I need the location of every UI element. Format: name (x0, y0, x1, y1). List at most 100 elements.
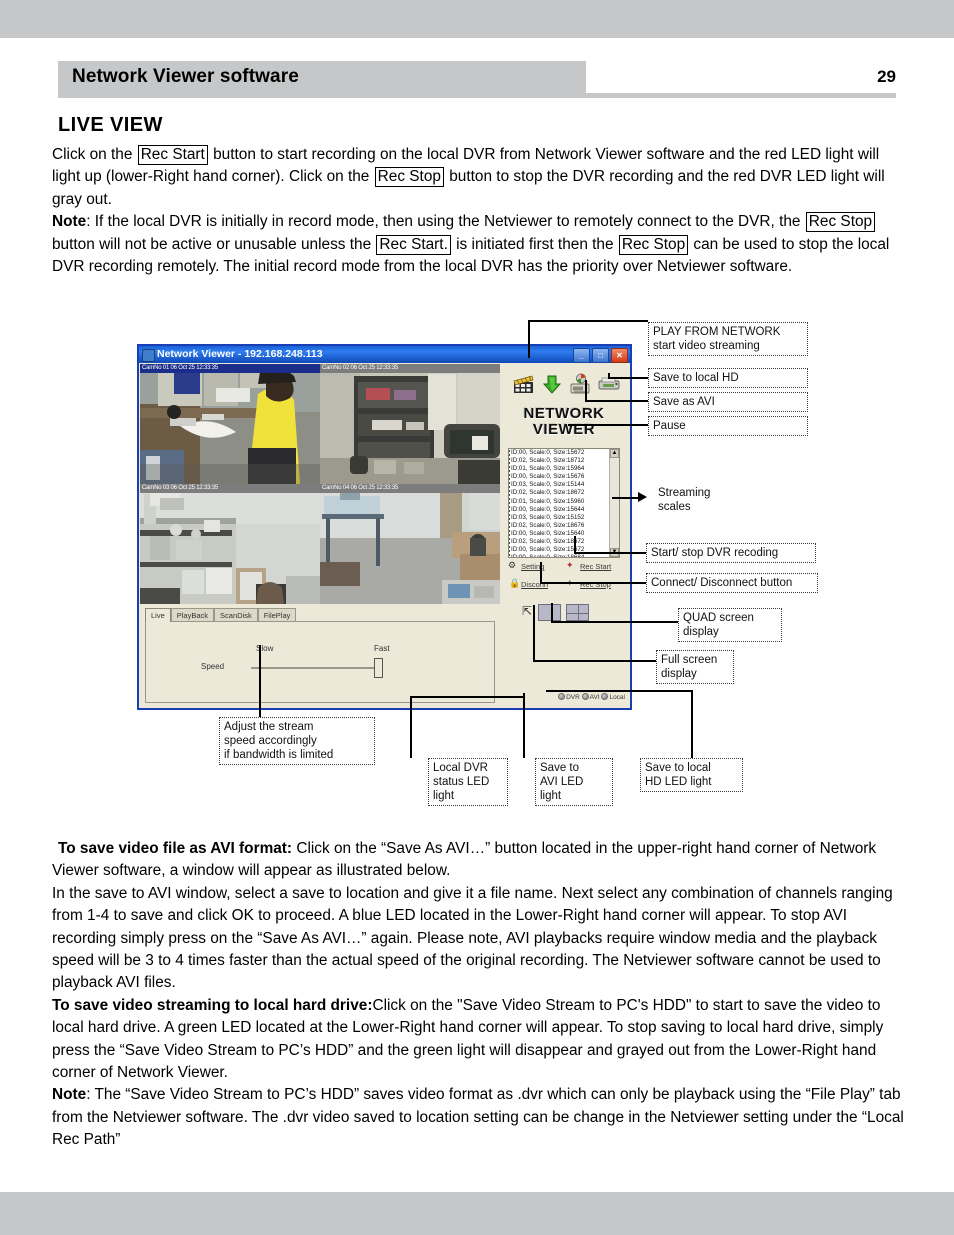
maximize-button[interactable]: □ (592, 348, 609, 363)
leader-line-quad-v (551, 603, 553, 622)
side-panel: NETWORK VIEWER ID:00, Scale:0, Size:1567… (502, 364, 630, 707)
callout-adjust-stream-speed: Adjust the stream speed accordingly if b… (219, 717, 375, 765)
save-to-local-hd-icon[interactable] (540, 372, 564, 396)
callout-save-as-avi: Save as AVI (648, 392, 808, 412)
list-scrollbar[interactable]: ▲ ▼ (609, 449, 619, 557)
log-row[interactable]: ID:03, Scale:0, Size:15144 (509, 481, 619, 489)
paragraph-note-bottom: Note: The “Save Video Stream to PC’s HDD… (52, 1084, 912, 1151)
leader-line-streaming-scales (612, 497, 640, 499)
log-row[interactable]: ID:03, Scale:0, Size:15152 (509, 514, 619, 522)
camera-2-image (320, 364, 500, 484)
inline-button-rec-start: Rec Start (137, 145, 208, 165)
text-run: : The “Save Video Stream to PC’s HDD” sa… (52, 1086, 904, 1149)
rec-start-button[interactable]: Rec Start (580, 562, 611, 571)
log-row[interactable]: ID:00, Scale:0, Size:15672 (509, 449, 619, 457)
brand-line-1: NETWORK (523, 405, 605, 422)
video-cell-2[interactable]: CamNo 02 06 Oct 25 12:33:35 (320, 364, 500, 484)
text-run: Click on the (52, 146, 137, 163)
page-top-band (0, 0, 954, 38)
callout-pause: Pause (648, 416, 808, 436)
play-from-network-icon[interactable] (512, 372, 536, 396)
callout-quad-screen: QUAD screen display (678, 608, 782, 642)
control-row-setting: ⚙ Setting ✦ Rec Start (508, 560, 628, 572)
scroll-up-arrow[interactable]: ▲ (610, 449, 619, 458)
speed-slider-thumb[interactable] (374, 658, 383, 678)
leader-line-avi-led-v (523, 693, 525, 758)
save-as-avi-icon[interactable] (568, 372, 592, 396)
disconnect-icon[interactable]: 🔒 (509, 578, 520, 588)
note-bottom-label: Note (52, 1086, 87, 1104)
camera-4-caption: CamNo 04 06 Oct 25 12:33:35 (320, 484, 500, 493)
log-row[interactable]: ID:02, Scale:0, Size:18672 (509, 538, 619, 546)
camera-4-image (320, 484, 500, 604)
document-page: Network Viewer software 29 LIVE VIEW Cli… (0, 0, 954, 1235)
tab-strip: Live PlayBack ScanDisk FilePlay (145, 608, 297, 622)
tab-playback[interactable]: PlayBack (170, 608, 215, 622)
window-title-text: Network Viewer - 192.168.248.113 (157, 348, 323, 360)
leader-line-dvr-led-v (410, 696, 412, 758)
video-cell-4[interactable]: CamNo 04 06 Oct 25 12:33:35 (320, 484, 500, 604)
callout-full-screen: Full screen display (656, 650, 734, 684)
camera-3-caption: CamNo 03 06 Oct 25 12:33:35 (140, 484, 320, 493)
tab-fileplay[interactable]: FilePlay (257, 608, 297, 622)
setting-icon[interactable]: ⚙ (508, 560, 516, 570)
leader-line-play-network-h (528, 320, 648, 322)
log-row[interactable]: ID:00, Scale:0, Size:15676 (509, 473, 619, 481)
rec-start-icon[interactable]: ✦ (566, 560, 574, 570)
mouse-cursor-icon: ⇱ (522, 604, 533, 618)
log-row[interactable]: ID:00, Scale:0, Size:15640 (509, 530, 619, 538)
leader-line-dvr-record-v (574, 536, 576, 553)
local-led-label: Local (609, 694, 625, 701)
text-run: is initiated first then the (451, 235, 618, 253)
minimize-button[interactable]: _ (573, 348, 590, 363)
figure-network-viewer: Network Viewer - 192.168.248.113 _ □ ✕ C… (0, 300, 954, 820)
log-row[interactable]: ID:02, Scale:0, Size:18672 (509, 489, 619, 497)
log-row[interactable]: ID:01, Scale:0, Size:15964 (509, 465, 619, 473)
leader-line-pause (568, 424, 648, 426)
body-copy-top: Click on the Rec Start button to start r… (52, 144, 908, 278)
body-copy-bottom: To save video file as AVI format: Click … (52, 838, 912, 1152)
control-row-disconnect: 🔒 Disconn ✦ Rec Stop (508, 578, 628, 590)
quad-screen-display-button[interactable] (566, 604, 589, 621)
video-grid: CamNo 01 06 Oct 25 12:33:35 CamNo 02 06 … (140, 364, 500, 604)
leader-line-hd-led-v (691, 690, 693, 758)
callout-save-to-local-hd: Save to local HD (648, 368, 808, 388)
video-cell-1[interactable]: CamNo 01 06 Oct 25 12:33:35 (140, 364, 320, 484)
dvr-led-label: DVR (566, 694, 580, 701)
local-led-icon (601, 693, 609, 700)
streaming-scales-list[interactable]: ID:00, Scale:0, Size:15672 ID:02, Scale:0… (508, 448, 620, 558)
close-button[interactable]: ✕ (611, 348, 628, 363)
callout-local-dvr-led: Local DVR status LED light (428, 758, 508, 806)
log-row[interactable]: ID:02, Scale:0, Size:18712 (509, 457, 619, 465)
log-row[interactable]: ID:00, Scale:0, Size:15644 (509, 506, 619, 514)
inline-button-rec-stop-3: Rec Stop (618, 234, 689, 255)
leader-line-save-avi (585, 400, 648, 402)
log-row[interactable]: ID:00, Scale:0, Size:18684 (509, 554, 619, 557)
callout-connect-disconnect: Connect/ Disconnect button (646, 573, 818, 593)
leader-line-full (533, 660, 656, 662)
page-bottom-band (0, 1192, 954, 1235)
leader-line-play-network-v (528, 320, 530, 358)
app-brand: NETWORK VIEWER (502, 406, 626, 438)
inline-button-rec-stop: Rec Stop (374, 167, 444, 188)
video-cell-3[interactable]: CamNo 03 06 Oct 25 12:33:35 (140, 484, 320, 604)
window-titlebar: Network Viewer - 192.168.248.113 _ □ ✕ (139, 346, 630, 363)
paragraph-avi-window: In the save to AVI window, select a save… (52, 883, 912, 995)
log-row[interactable]: ID:02, Scale:0, Size:18676 (509, 522, 619, 530)
tab-scandisk[interactable]: ScanDisk (214, 608, 258, 622)
section-heading: LIVE VIEW (58, 114, 163, 136)
save-stream-label: To save video streaming to local hard dr… (52, 996, 373, 1014)
inline-button-rec-stop-2: Rec Stop (805, 212, 876, 233)
callout-save-hd-led: Save to local HD LED light (640, 758, 743, 792)
leader-line-speed-v (259, 645, 261, 717)
speed-slider-track[interactable] (251, 667, 381, 669)
log-row[interactable]: ID:01, Scale:0, Size:15960 (509, 498, 619, 506)
full-screen-display-button[interactable] (538, 604, 561, 621)
network-viewer-window: Network Viewer - 192.168.248.113 _ □ ✕ C… (137, 344, 632, 710)
log-rows: ID:00, Scale:0, Size:15672 ID:02, Scale:0… (509, 449, 619, 557)
running-head: Network Viewer software 29 (58, 61, 896, 98)
callout-streaming-scales: Streaming scales (658, 487, 711, 513)
tab-live[interactable]: Live (145, 608, 171, 622)
callout-start-stop-dvr: Start/ stop DVR recoding (646, 543, 816, 563)
leader-line-connect-v (540, 562, 542, 583)
